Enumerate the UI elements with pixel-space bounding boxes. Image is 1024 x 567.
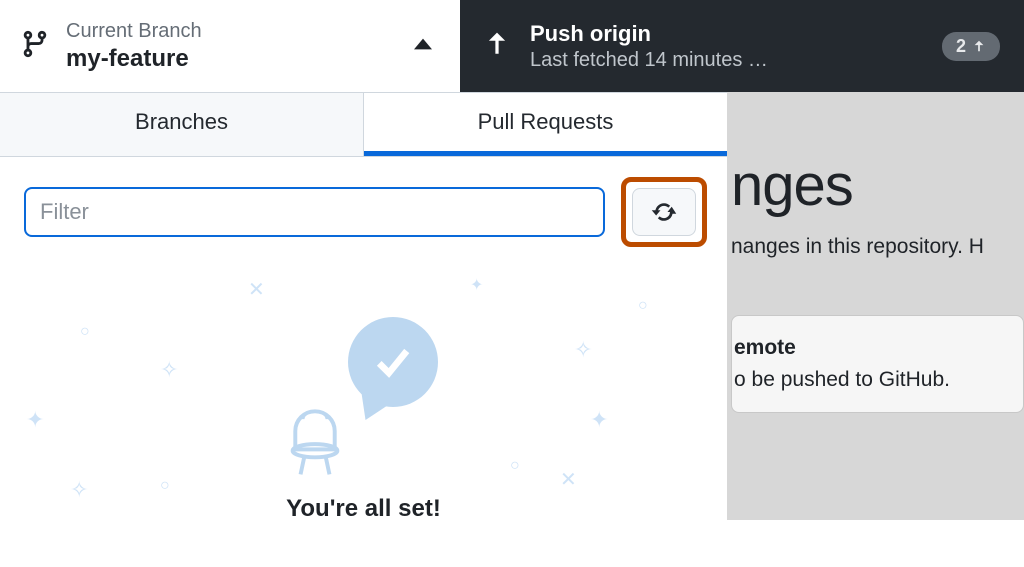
refresh-button[interactable] xyxy=(632,188,696,236)
branch-name: my-feature xyxy=(66,45,414,73)
sparkle-icon: ○ xyxy=(80,323,90,341)
background-panel: nges nanges in this repository. H emote … xyxy=(727,92,1024,520)
sparkle-icon: ✦ xyxy=(470,275,483,295)
sparkle-illustration: ○ ✕ ✦ ✧ ✦ ✧ ✦ ○ ✕ ○ ✧ ○ xyxy=(0,267,727,487)
sparkle-icon: ✦ xyxy=(590,407,608,433)
push-badge: 2 xyxy=(942,32,1000,61)
bg-card: emote o be pushed to GitHub. xyxy=(731,315,1024,413)
tab-branches[interactable]: Branches xyxy=(0,93,364,156)
led-icon xyxy=(280,385,350,482)
sparkle-icon: ✕ xyxy=(248,277,265,302)
bg-heading: nges xyxy=(731,152,1024,219)
sparkle-icon: ✧ xyxy=(160,357,178,383)
git-branch-icon xyxy=(20,27,50,66)
refresh-highlight xyxy=(621,177,707,247)
branch-selector[interactable]: Current Branch my-feature xyxy=(0,0,460,92)
check-bubble-icon xyxy=(348,317,448,417)
bg-card-title: emote xyxy=(734,336,1023,360)
sparkle-icon: ○ xyxy=(638,297,648,315)
tabs: Branches Pull Requests xyxy=(0,92,727,157)
filter-input[interactable] xyxy=(24,187,605,237)
branch-text: Current Branch my-feature xyxy=(66,20,414,73)
arrow-up-icon xyxy=(972,39,986,53)
bg-card-sub: o be pushed to GitHub. xyxy=(734,368,1023,392)
sync-icon xyxy=(650,198,678,226)
push-origin-button[interactable]: Push origin Last fetched 14 minutes … 2 xyxy=(460,0,1024,92)
sparkle-icon: ✧ xyxy=(70,477,88,503)
push-subtitle: Last fetched 14 minutes … xyxy=(530,49,922,72)
sparkle-icon: ○ xyxy=(160,477,170,495)
sparkle-icon: ✧ xyxy=(574,337,592,363)
branch-label: Current Branch xyxy=(66,20,414,43)
empty-title: You're all set! xyxy=(0,495,727,523)
empty-state: ○ ✕ ✦ ✧ ✦ ✧ ✦ ○ ✕ ○ ✧ ○ You're all set! xyxy=(0,267,727,567)
sparkle-icon: ○ xyxy=(510,457,520,475)
tab-pull-requests[interactable]: Pull Requests xyxy=(364,93,727,156)
sparkle-icon: ✦ xyxy=(26,407,44,433)
toolbar: Current Branch my-feature Push origin La… xyxy=(0,0,1024,92)
filter-row xyxy=(0,157,727,267)
push-title: Push origin xyxy=(530,21,922,47)
caret-up-icon xyxy=(414,37,432,55)
sparkle-icon: ✕ xyxy=(560,467,577,492)
push-text: Push origin Last fetched 14 minutes … xyxy=(530,21,922,72)
push-up-icon xyxy=(484,31,510,62)
push-badge-count: 2 xyxy=(956,36,966,57)
bg-line: nanges in this repository. H xyxy=(731,235,1024,259)
check-icon xyxy=(371,340,415,384)
